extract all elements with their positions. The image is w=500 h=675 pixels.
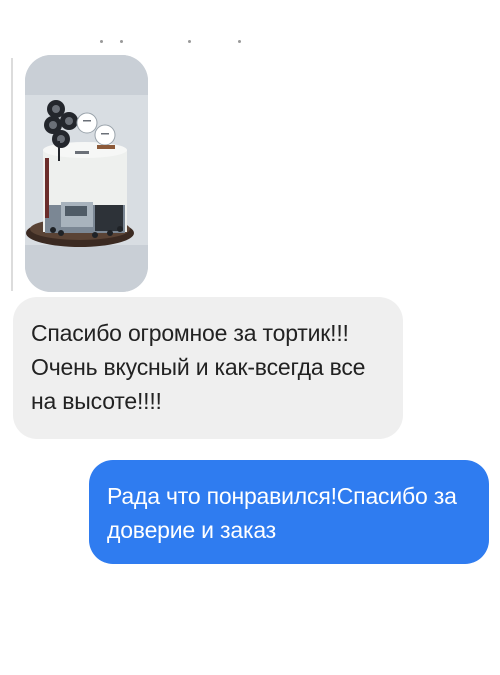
outgoing-message-line: доверие и заказ (107, 517, 277, 543)
cake-photo-image (25, 55, 148, 292)
outgoing-message-line: Рада что понравился!Спасибо за (107, 483, 457, 509)
cake-photo-message[interactable] (25, 55, 148, 292)
incoming-message-bubble[interactable]: Спасибо огромное за тортик!!! Очень вкус… (13, 297, 403, 439)
chat-screen: Спасибо огромное за тортик!!! Очень вкус… (0, 0, 500, 675)
outgoing-message-bubble[interactable]: Рада что понравился!Спасибо за доверие и… (89, 460, 489, 564)
reply-quote-bar (11, 58, 13, 291)
incoming-message-line: Спасибо огромное за тортик!!! (31, 320, 349, 346)
cropped-header-fragment (80, 40, 280, 46)
incoming-message-line: на высоте!!!! (31, 388, 162, 414)
incoming-message-line: Очень вкусный и как-всегда все (31, 354, 366, 380)
